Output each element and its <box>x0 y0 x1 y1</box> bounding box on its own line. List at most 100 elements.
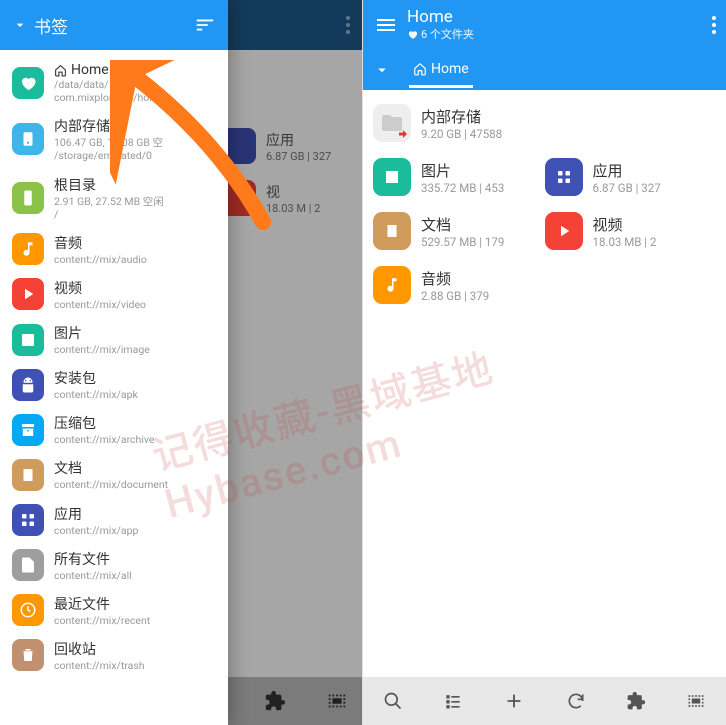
drawer-item-sub: 106.47 GB, 12.08 GB 空 /storage/emulated/… <box>54 136 216 162</box>
category-name: 视频 <box>593 214 657 235</box>
heart-icon <box>407 29 418 40</box>
drawer-item-name: 内部存储 <box>54 116 216 136</box>
category-name: 应用 <box>593 160 661 181</box>
storage-sub: 9.20 GB | 47588 <box>421 127 502 141</box>
category-name: 文档 <box>421 214 504 235</box>
drawer-item[interactable]: 视频 content://mix/video <box>0 272 228 317</box>
extension-icon[interactable] <box>626 691 646 711</box>
category-name: 音频 <box>421 268 489 289</box>
drawer-item-name: 压缩包 <box>54 413 216 433</box>
drawer-item-name: 图片 <box>54 323 216 343</box>
drawer-item[interactable]: Home /data/data/ com.mixplorer er/home <box>0 56 228 110</box>
right-content: 内部存储 9.20 GB | 47588 图片 335.72 MB | 453 … <box>363 90 726 677</box>
archive-icon <box>12 414 44 446</box>
storage-icon <box>12 123 44 155</box>
drawer-item-sub: content://mix/audio <box>54 253 216 266</box>
drawer-header: 书签 <box>0 0 228 50</box>
drawer-item-name: 最近文件 <box>54 594 216 614</box>
drawer-scrim[interactable] <box>228 0 362 725</box>
audio-icon <box>373 266 411 304</box>
drawer-item[interactable]: 所有文件 content://mix/all <box>0 543 228 588</box>
sort-icon[interactable] <box>194 14 216 36</box>
header-subtitle: 6 个文件夹 <box>407 26 712 42</box>
doc-icon <box>373 212 411 250</box>
drawer-item[interactable]: 音频 content://mix/audio <box>0 227 228 272</box>
drawer-item-name: 安装包 <box>54 368 216 388</box>
storage-row[interactable]: 内部存储 9.20 GB | 47588 <box>373 96 716 150</box>
video-icon <box>545 212 583 250</box>
shortcut-badge-icon <box>397 128 409 140</box>
drawer-item[interactable]: 内部存储 106.47 GB, 12.08 GB 空 /storage/emul… <box>0 110 228 168</box>
tab-bar: Home <box>363 50 726 90</box>
drawer-item-sub: 2.91 GB, 27.52 MB 空闲 / <box>54 195 216 221</box>
drawer-item-sub: content://mix/trash <box>54 659 216 672</box>
doc-icon <box>12 459 44 491</box>
drawer-item[interactable]: 回收站 content://mix/trash <box>0 633 228 678</box>
trash-icon <box>12 639 44 671</box>
drawer-item-name: 根目录 <box>54 175 216 195</box>
bottom-bar-right <box>363 677 726 725</box>
bookmarks-drawer: 书签 Home /data/data/ com.mixplorer er/hom… <box>0 0 228 725</box>
category-item[interactable]: 图片 335.72 MB | 453 <box>373 150 545 204</box>
recent-icon <box>12 594 44 626</box>
category-name: 图片 <box>421 160 504 181</box>
drawer-item-name: 所有文件 <box>54 549 216 569</box>
add-icon[interactable] <box>503 690 525 712</box>
category-sub: 2.88 GB | 379 <box>421 289 489 303</box>
phone-right: Home 6 个文件夹 Home 内部存储 9.20 GB | 47588 <box>363 0 726 725</box>
audio-icon <box>12 233 44 265</box>
drawer-item-sub: content://mix/all <box>54 569 216 582</box>
root-icon <box>12 182 44 214</box>
category-item[interactable]: 音频 2.88 GB | 379 <box>373 258 545 312</box>
category-sub: 18.03 MB | 2 <box>593 235 657 249</box>
category-item[interactable]: 应用 6.87 GB | 327 <box>545 150 717 204</box>
drawer-item-sub: /data/data/ com.mixplorer er/home <box>54 78 216 104</box>
all-icon <box>12 549 44 581</box>
drawer-item[interactable]: 最近文件 content://mix/recent <box>0 588 228 633</box>
select-icon[interactable] <box>686 691 706 711</box>
category-item[interactable]: 视频 18.03 MB | 2 <box>545 204 717 258</box>
view-icon[interactable] <box>443 691 463 711</box>
drawer-item[interactable]: 图片 content://mix/image <box>0 317 228 362</box>
category-sub: 6.87 GB | 327 <box>593 181 661 195</box>
drawer-item[interactable]: 压缩包 content://mix/archive <box>0 407 228 452</box>
apps-icon <box>12 504 44 536</box>
drawer-item-sub: content://mix/apk <box>54 388 216 401</box>
tab-home[interactable]: Home <box>409 53 473 88</box>
drawer-item-sub: content://mix/video <box>54 298 216 311</box>
drawer-item-name: 音频 <box>54 233 216 253</box>
home-icon <box>413 62 427 76</box>
drawer-item[interactable]: 根目录 2.91 GB, 27.52 MB 空闲 / <box>0 169 228 227</box>
drawer-item[interactable]: 文档 content://mix/document <box>0 452 228 497</box>
drawer-item[interactable]: 应用 content://mix/app <box>0 498 228 543</box>
chevron-down-icon[interactable] <box>12 17 28 33</box>
refresh-icon[interactable] <box>566 691 586 711</box>
home-icon <box>12 67 44 99</box>
category-sub: 529.57 MB | 179 <box>421 235 504 249</box>
more-icon[interactable] <box>712 16 716 34</box>
video-icon <box>12 278 44 310</box>
drawer-title: 书签 <box>34 13 194 38</box>
drawer-item-sub: content://mix/recent <box>54 614 216 627</box>
header-title: Home <box>407 8 712 27</box>
right-header: Home 6 个文件夹 <box>363 0 726 50</box>
drawer-item-name: 应用 <box>54 504 216 524</box>
drawer-item-name: 视频 <box>54 278 216 298</box>
phone-left: 应用 6.87 GB | 327 视 18.03 M | 2 书签 Home /… <box>0 0 363 725</box>
header-text: Home 6 个文件夹 <box>407 8 712 43</box>
search-icon[interactable] <box>383 691 403 711</box>
image-icon <box>373 158 411 196</box>
category-item[interactable]: 文档 529.57 MB | 179 <box>373 204 545 258</box>
drawer-list[interactable]: Home /data/data/ com.mixplorer er/home 内… <box>0 50 228 725</box>
apps-icon <box>545 158 583 196</box>
menu-button[interactable] <box>373 12 399 38</box>
image-icon <box>12 324 44 356</box>
folder-icon <box>373 104 411 142</box>
category-grid: 图片 335.72 MB | 453 应用 6.87 GB | 327 文档 5… <box>373 150 716 312</box>
drawer-item-name: Home <box>54 62 216 78</box>
drawer-item-sub: content://mix/image <box>54 343 216 356</box>
drawer-item[interactable]: 安装包 content://mix/apk <box>0 362 228 407</box>
drawer-item-name: 文档 <box>54 458 216 478</box>
chevron-down-icon[interactable] <box>373 61 391 79</box>
category-sub: 335.72 MB | 453 <box>421 181 504 195</box>
